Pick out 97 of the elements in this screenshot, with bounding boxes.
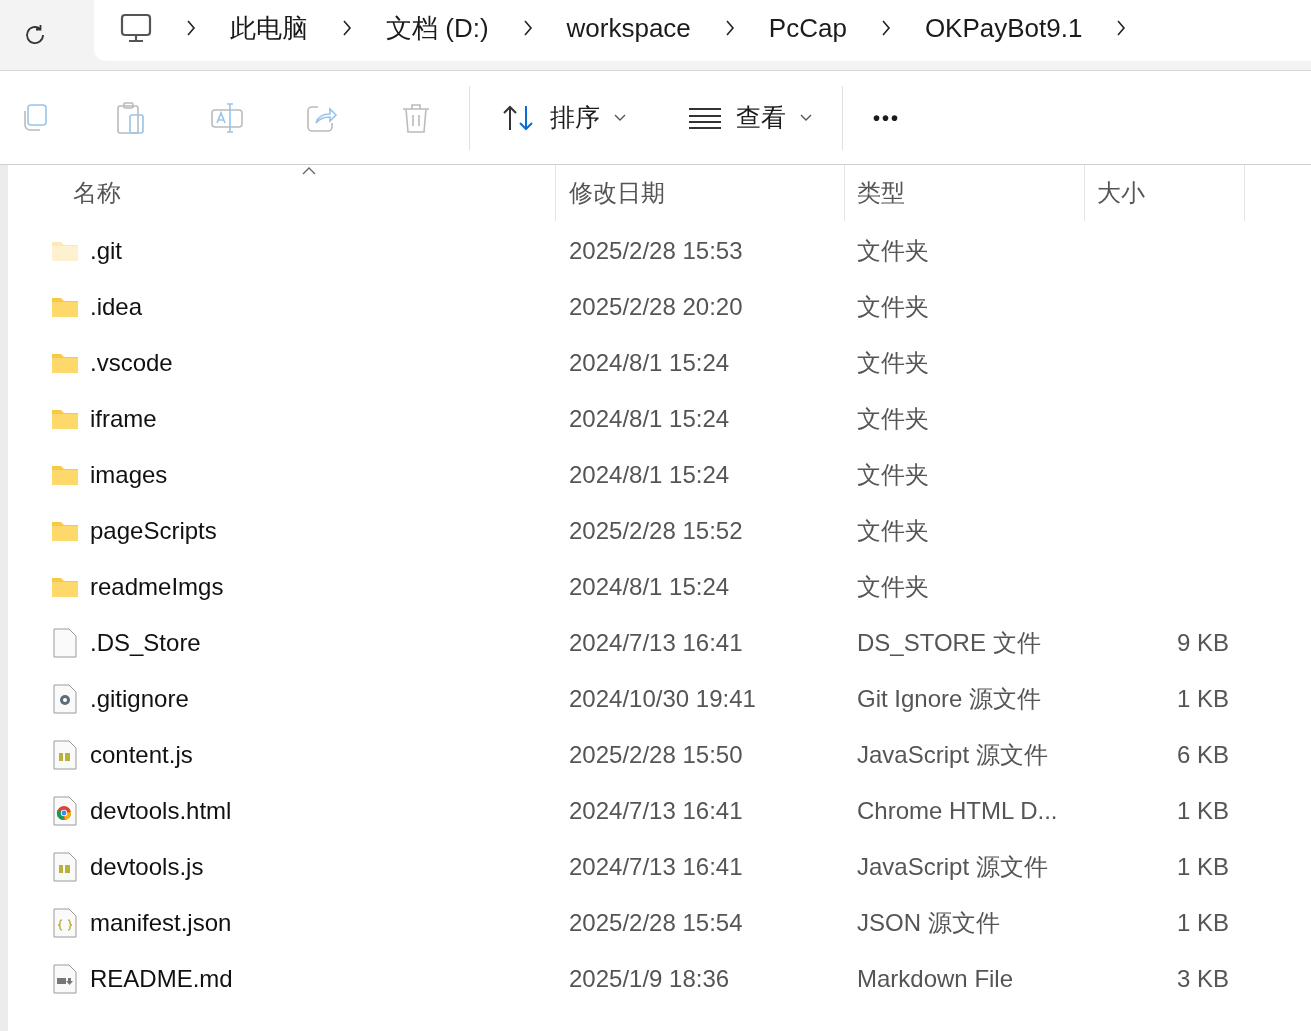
file-row[interactable]: devtools.js 2024/7/13 16:41 JavaScript 源文件 1 KB <box>8 839 1311 895</box>
type-cell-text: 文件夹 <box>856 572 930 602</box>
chevron-down-icon <box>800 113 812 122</box>
date-cell-text: 2024/8/1 15:24 <box>568 572 731 602</box>
file-name: .git <box>90 236 122 266</box>
file-row[interactable]: images 2024/8/1 15:24 文件夹 <box>8 447 1311 503</box>
date-cell-text: 2024/7/13 16:41 <box>568 796 744 826</box>
column-header[interactable]: 大小 <box>1085 165 1245 221</box>
date-cell-text: 2025/2/28 20:20 <box>568 292 744 322</box>
script-file-icon <box>52 740 78 770</box>
size-cell-text: 3 KB <box>1176 964 1229 994</box>
sort-arrows-icon <box>502 103 536 132</box>
type-cell-text: 文件夹 <box>856 460 930 490</box>
type-cell-text: JavaScript 源文件 <box>856 852 1049 882</box>
date-cell-text: 2025/2/28 15:50 <box>568 740 744 770</box>
file-row[interactable]: pageScripts 2025/2/28 15:52 文件夹 <box>8 503 1311 559</box>
size-cell-text: 1 KB <box>1176 684 1229 714</box>
view-button[interactable]: 查看 <box>688 98 812 137</box>
date-cell-text: 2025/1/9 18:36 <box>568 964 731 994</box>
file-name: .idea <box>90 292 143 322</box>
address-bar[interactable]: 此电脑 文档 (D:) workspace PcCap OKPayBot9.1 <box>94 0 1311 61</box>
chevron-right-icon <box>522 20 533 36</box>
file-name: manifest.json <box>90 908 232 938</box>
breadcrumb-item[interactable]: PcCap <box>768 8 847 48</box>
column-header[interactable]: 类型 <box>845 165 1085 221</box>
type-cell-text: 文件夹 <box>856 348 930 378</box>
more-options-button[interactable]: ••• <box>873 102 900 133</box>
file-row[interactable]: .vscode 2024/8/1 15:24 文件夹 <box>8 335 1311 391</box>
braces-file-icon <box>52 908 78 938</box>
file-row[interactable]: README.md 2025/1/9 18:36 Markdown File 3 KB <box>8 951 1311 1007</box>
chevron-right-icon <box>342 20 352 36</box>
file-row[interactable]: content.js 2025/2/28 15:50 JavaScript 源文件 6 KB <box>8 727 1311 783</box>
date-cell-text: 2025/2/28 15:52 <box>568 516 744 546</box>
file-name: images <box>90 460 168 490</box>
type-cell-text: JSON 源文件 <box>856 908 1001 938</box>
chevron-right-icon <box>1116 20 1127 36</box>
file-name: pageScripts <box>90 516 217 546</box>
size-cell-text: 1 KB <box>1176 796 1229 826</box>
type-cell-text: Git Ignore 源文件 <box>856 684 1043 714</box>
chevron-down-icon <box>614 113 626 122</box>
file-row[interactable]: iframe 2024/8/1 15:24 文件夹 <box>8 391 1311 447</box>
file-name: iframe <box>90 404 157 434</box>
file-row[interactable]: .gitignore 2024/10/30 19:41 Git Ignore 源文件 1 KB <box>8 671 1311 727</box>
date-cell-text: 2024/8/1 15:24 <box>568 348 731 378</box>
file-row[interactable]: .DS_Store 2024/7/13 16:41 DS_STORE 文件 9 KB <box>8 615 1311 671</box>
chevron-right-icon <box>186 20 196 36</box>
sort-button[interactable]: 排序 <box>502 98 626 137</box>
type-cell-text: JavaScript 源文件 <box>856 740 1049 770</box>
file-row[interactable]: manifest.json 2025/2/28 15:54 JSON 源文件 1 KB <box>8 895 1311 951</box>
file-name: README.md <box>90 964 233 994</box>
computer-icon <box>120 13 152 43</box>
date-cell-text: 2024/8/1 15:24 <box>568 404 731 434</box>
breadcrumb-item[interactable]: workspace <box>566 8 691 48</box>
size-cell-text: 1 KB <box>1176 852 1229 882</box>
type-cell-text: Markdown File <box>856 964 1015 994</box>
size-cell-text: 1 KB <box>1176 908 1229 938</box>
column-header[interactable]: 名称 <box>8 165 556 221</box>
type-cell-text: DS_STORE 文件 <box>856 628 1042 658</box>
file-name: .gitignore <box>90 684 189 714</box>
browser-file-icon <box>52 796 78 826</box>
type-cell-text: Chrome HTML D... <box>856 796 1059 826</box>
breadcrumb-item[interactable]: OKPayBot9.1 <box>924 8 1083 48</box>
file-name: devtools.js <box>90 852 204 882</box>
rename-icon[interactable] <box>210 100 244 135</box>
file-row[interactable]: readmeImgs 2024/8/1 15:24 文件夹 <box>8 559 1311 615</box>
date-cell-text: 2024/7/13 16:41 <box>568 852 744 882</box>
file-name: readmeImgs <box>90 572 224 602</box>
file-row[interactable]: .idea 2025/2/28 20:20 文件夹 <box>8 279 1311 335</box>
breadcrumb-item[interactable]: 此电脑 <box>230 8 308 48</box>
chevron-right-icon <box>724 20 735 36</box>
column-header[interactable]: 修改日期 <box>556 165 845 221</box>
file-name: content.js <box>90 740 193 770</box>
breadcrumb-item[interactable]: 文档 (D:) <box>386 8 489 48</box>
file-icon <box>52 628 78 658</box>
date-cell-text: 2024/7/13 16:41 <box>568 628 744 658</box>
file-row[interactable]: .git 2025/2/28 15:53 文件夹 <box>8 223 1311 279</box>
file-name: devtools.html <box>90 796 232 826</box>
paste-icon[interactable] <box>116 100 146 135</box>
delete-icon[interactable] <box>401 101 431 134</box>
type-cell-text: 文件夹 <box>856 236 930 266</box>
date-cell-text: 2024/8/1 15:24 <box>568 460 731 490</box>
file-row[interactable]: devtools.html 2024/7/13 16:41 Chrome HTML D... 1 KB <box>8 783 1311 839</box>
chevron-right-icon <box>880 20 891 36</box>
date-cell-text: 2025/2/28 15:53 <box>568 236 744 266</box>
type-cell-text: 文件夹 <box>856 404 930 434</box>
sort-ascending-icon <box>302 167 316 175</box>
script-file-icon <box>52 852 78 882</box>
file-name: .vscode <box>90 348 173 378</box>
date-cell-text: 2024/10/30 19:41 <box>568 684 757 714</box>
date-cell-text: 2025/2/28 15:54 <box>568 908 744 938</box>
size-cell-text: 6 KB <box>1176 740 1229 770</box>
file-name: .DS_Store <box>90 628 201 658</box>
markdown-file-icon <box>52 964 78 994</box>
type-cell-text: 文件夹 <box>856 292 930 322</box>
size-cell-text: 9 KB <box>1176 628 1229 658</box>
type-cell-text: 文件夹 <box>856 516 930 546</box>
list-view-icon <box>688 106 722 129</box>
